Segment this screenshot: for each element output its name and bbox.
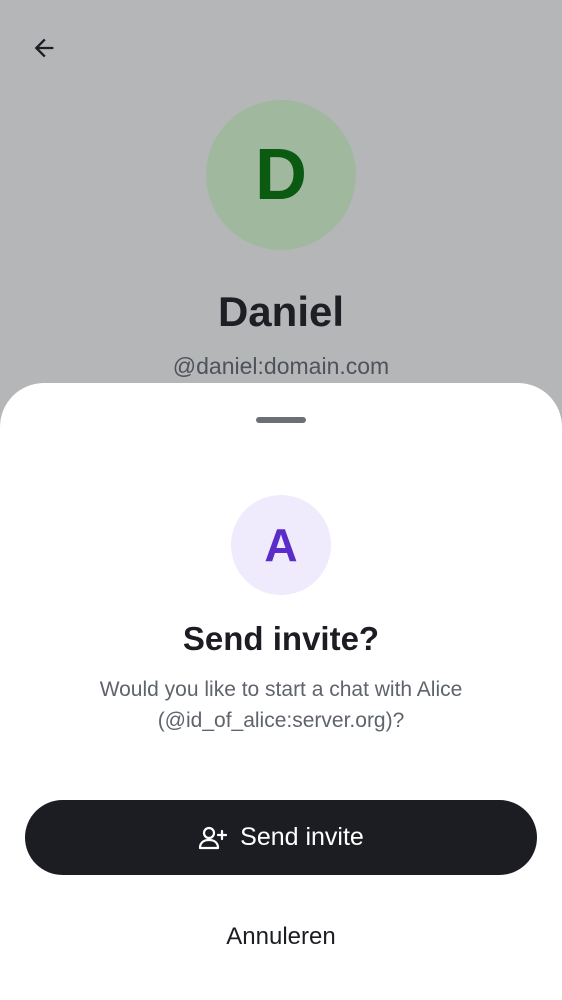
arrow-left-icon bbox=[30, 34, 58, 67]
cancel-button-label: Annuleren bbox=[226, 923, 336, 950]
profile-avatar: D bbox=[206, 100, 356, 250]
back-button[interactable] bbox=[22, 28, 66, 72]
cancel-button[interactable]: Annuleren bbox=[150, 911, 412, 963]
profile-avatar-initial: D bbox=[255, 135, 307, 215]
user-profile-screen: D Daniel @daniel:domain.com A Send invit… bbox=[0, 0, 562, 1000]
invitee-avatar-initial: A bbox=[264, 519, 298, 571]
send-invite-button[interactable]: Send invite bbox=[25, 800, 537, 875]
profile-user-id: @daniel:domain.com bbox=[172, 353, 390, 379]
sheet-title: Send invite? bbox=[182, 620, 380, 657]
sheet-drag-handle[interactable] bbox=[256, 417, 306, 423]
send-invite-button-label: Send invite bbox=[240, 823, 364, 851]
person-add-icon bbox=[198, 825, 228, 851]
send-invite-bottom-sheet: A Send invite? Would you like to start a… bbox=[0, 383, 562, 1000]
profile-name: Daniel bbox=[217, 288, 345, 335]
invitee-avatar: A bbox=[231, 495, 331, 595]
sheet-message: Would you like to start a chat with Alic… bbox=[99, 678, 463, 732]
